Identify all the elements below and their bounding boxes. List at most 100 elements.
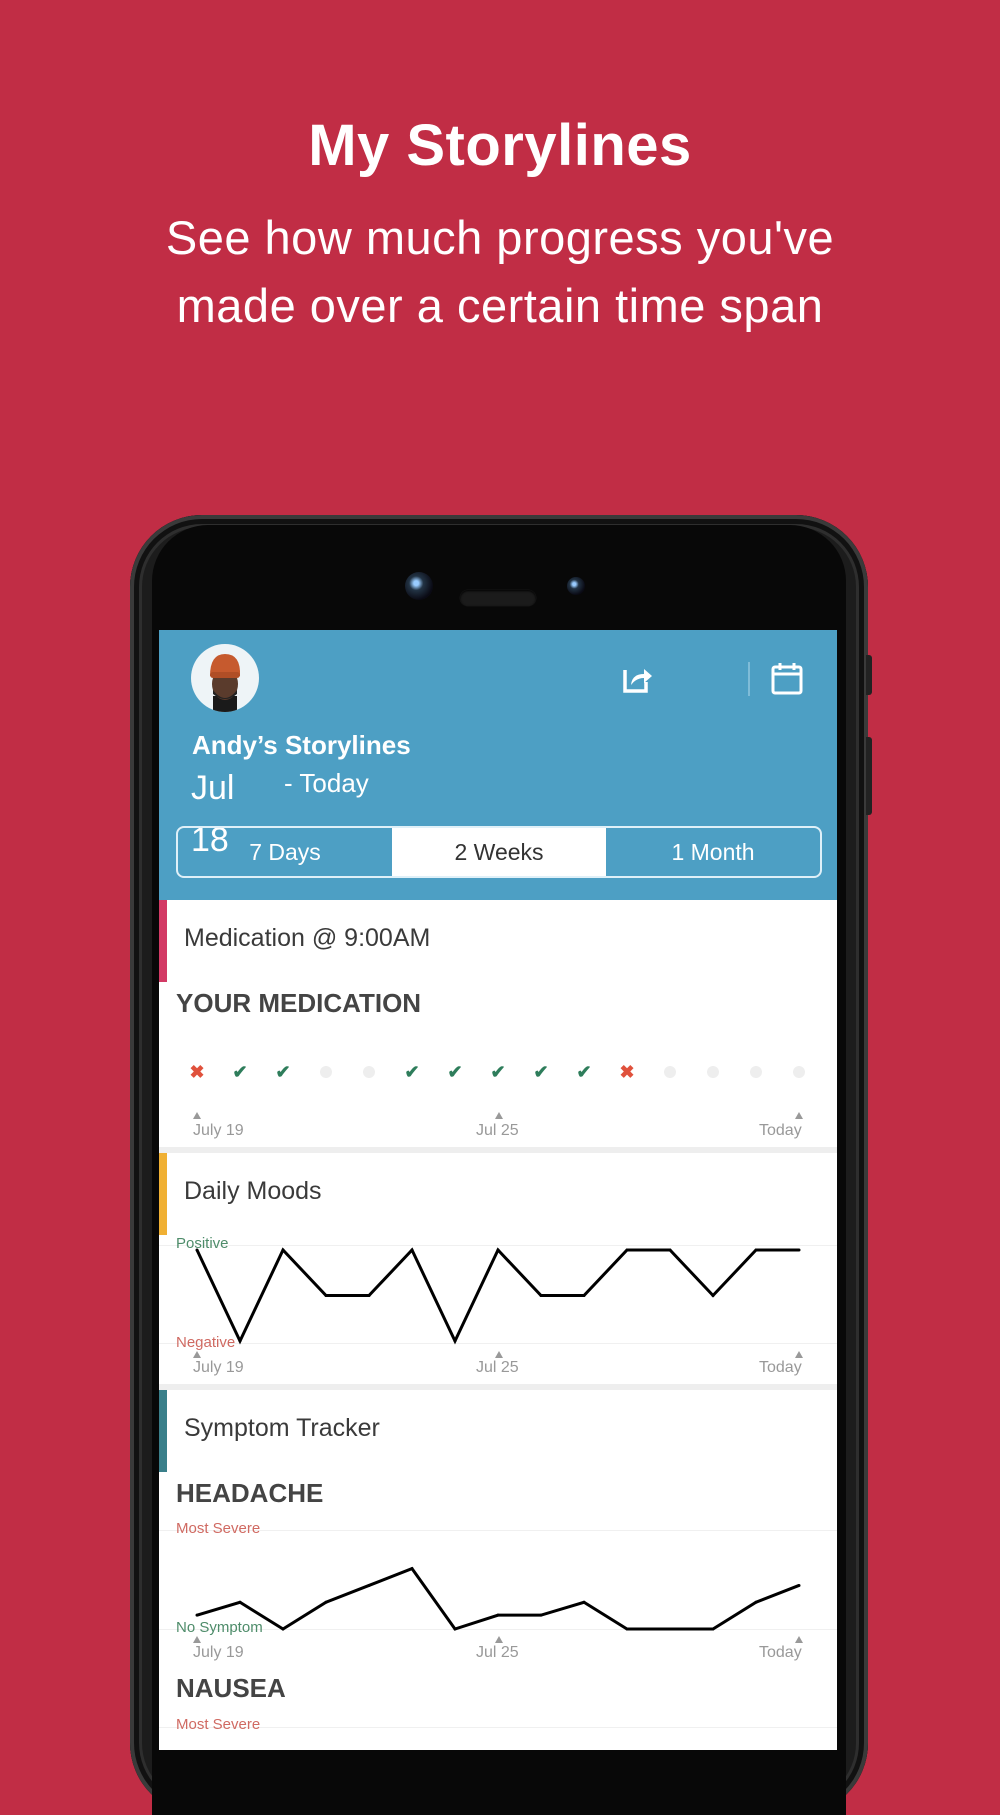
promo-subline-line-2: made over a certain time span (176, 279, 824, 332)
medication-no-data-dot (664, 1066, 676, 1078)
your-medication-title: YOUR MEDICATION (176, 988, 422, 1018)
medication-taken-check-icon: ✔ (447, 1062, 463, 1082)
headache-data-point (625, 1627, 629, 1631)
moods-data-point (453, 1339, 457, 1343)
x-label-end: Today (759, 1644, 802, 1661)
moods-data-point (797, 1248, 801, 1252)
headache-data-point (410, 1567, 414, 1571)
medication-no-data-dot (363, 1066, 375, 1078)
nausea-y-label-top: Most Severe (176, 1716, 261, 1733)
medication-taken-check-icon: ✔ (275, 1062, 291, 1082)
date-start-month: Jul (191, 769, 235, 807)
headache-data-point (238, 1600, 242, 1604)
headache-data-point (496, 1613, 500, 1617)
avatar-portrait-icon (210, 654, 241, 712)
x-tick-end (795, 1351, 803, 1358)
headache-data-point (453, 1627, 457, 1631)
x-label-mid: Jul 25 (476, 1359, 519, 1376)
headache-data-point (367, 1583, 371, 1587)
medication-taken-check-icon: ✔ (490, 1062, 506, 1082)
x-label-mid: Jul 25 (476, 1644, 519, 1661)
moods-data-point (668, 1248, 672, 1252)
nausea-title: NAUSEA (176, 1673, 286, 1703)
x-label-start: July 19 (193, 1122, 244, 1139)
moods-data-point (281, 1248, 285, 1252)
storylines-title: Andy’s Storylines (192, 730, 411, 760)
medication-no-data-dot (750, 1066, 762, 1078)
moods-y-label-positive: Positive (176, 1235, 229, 1252)
x-tick-end (795, 1112, 803, 1119)
headache-data-point (324, 1600, 328, 1604)
headache-y-label-bottom: No Symptom (176, 1619, 263, 1636)
medication-no-data-dot (793, 1066, 805, 1078)
time-span-selector: 7 Days 2 Weeks 1 Month (176, 826, 822, 878)
header-divider (748, 662, 750, 696)
segment-7-days[interactable]: 7 Days (178, 828, 392, 876)
moods-data-point (238, 1339, 242, 1343)
calendar-icon (771, 663, 803, 695)
date-range-end: - Today (284, 768, 369, 798)
moods-data-point (582, 1294, 586, 1297)
share-icon (623, 669, 652, 693)
symptom-tracker-card[interactable]: Symptom Tracker HEADACHE Most Severe No … (159, 1390, 837, 1750)
medication-accent-bar (159, 900, 167, 982)
headache-data-point (582, 1600, 586, 1604)
moods-data-point (754, 1248, 758, 1252)
medication-taken-check-icon: ✔ (404, 1062, 420, 1082)
headache-data-point (539, 1613, 543, 1617)
storylines-header: Andy’s Storylines Jul 18 - Today 7 Days … (159, 630, 837, 900)
promo-headline: My Storylines (308, 113, 692, 178)
moods-data-point (324, 1294, 328, 1297)
x-tick-mid (495, 1112, 503, 1119)
daily-moods-card[interactable]: Daily Moods Positive Negative July 19 Ju… (159, 1153, 837, 1384)
medication-card[interactable]: Medication @ 9:00AM YOUR MEDICATION ✖ ✔ ✔ ✔… (159, 900, 837, 1147)
headache-data-point (668, 1627, 672, 1631)
headache-data-point (281, 1627, 285, 1631)
moods-line-chart (195, 1247, 801, 1345)
earpiece-speaker (460, 590, 536, 606)
medication-taken-check-icon: ✔ (232, 1062, 248, 1082)
x-label-end: Today (759, 1122, 802, 1139)
promo-subline-line-1: See how much progress you've (165, 211, 835, 264)
moods-data-point (539, 1294, 543, 1297)
segment-1-month[interactable]: 1 Month (606, 828, 820, 876)
x-label-start: July 19 (193, 1644, 244, 1661)
x-label-mid: Jul 25 (476, 1122, 519, 1139)
x-tick-start (193, 1112, 201, 1119)
avatar[interactable] (191, 644, 259, 712)
medication-missed-x-icon: ✖ (189, 1062, 205, 1082)
volume-button (866, 737, 872, 815)
x-tick-start (193, 1351, 201, 1358)
x-tick-mid (495, 1351, 503, 1358)
app-screen: Andy’s Storylines Jul 18 - Today 7 Days … (159, 630, 837, 1750)
medication-no-data-dot (707, 1066, 719, 1078)
power-button (866, 655, 872, 695)
segment-2-weeks[interactable]: 2 Weeks (392, 828, 606, 876)
moods-data-point (496, 1248, 500, 1252)
x-tick-end (795, 1636, 803, 1643)
moods-data-point (410, 1248, 414, 1252)
headache-data-point (754, 1600, 758, 1604)
calendar-button[interactable] (769, 660, 805, 696)
headache-data-point (195, 1613, 199, 1617)
medication-taken-check-icon: ✔ (576, 1062, 592, 1082)
moods-y-label-negative: Negative (176, 1334, 236, 1351)
front-camera-icon (405, 572, 433, 600)
moods-series-line (195, 1247, 799, 1345)
medication-taken-check-icon: ✔ (533, 1062, 549, 1082)
headache-y-label-top: Most Severe (176, 1520, 261, 1537)
headache-series-line (196, 1566, 800, 1631)
medication-missed-x-icon: ✖ (619, 1062, 635, 1082)
x-label-start: July 19 (193, 1359, 244, 1376)
proximity-sensor-icon (567, 577, 585, 595)
medication-no-data-dot (320, 1066, 332, 1078)
moods-data-point (711, 1294, 715, 1297)
promo-subline: See how much progress you've made over a… (0, 204, 1000, 340)
x-tick-start (193, 1636, 201, 1643)
x-tick-mid (495, 1636, 503, 1643)
share-button[interactable] (619, 660, 655, 696)
headache-data-point (711, 1627, 715, 1631)
moods-data-point (625, 1248, 629, 1252)
medication-card-title: Medication @ 9:00AM (184, 924, 431, 952)
headache-data-point (797, 1583, 801, 1587)
